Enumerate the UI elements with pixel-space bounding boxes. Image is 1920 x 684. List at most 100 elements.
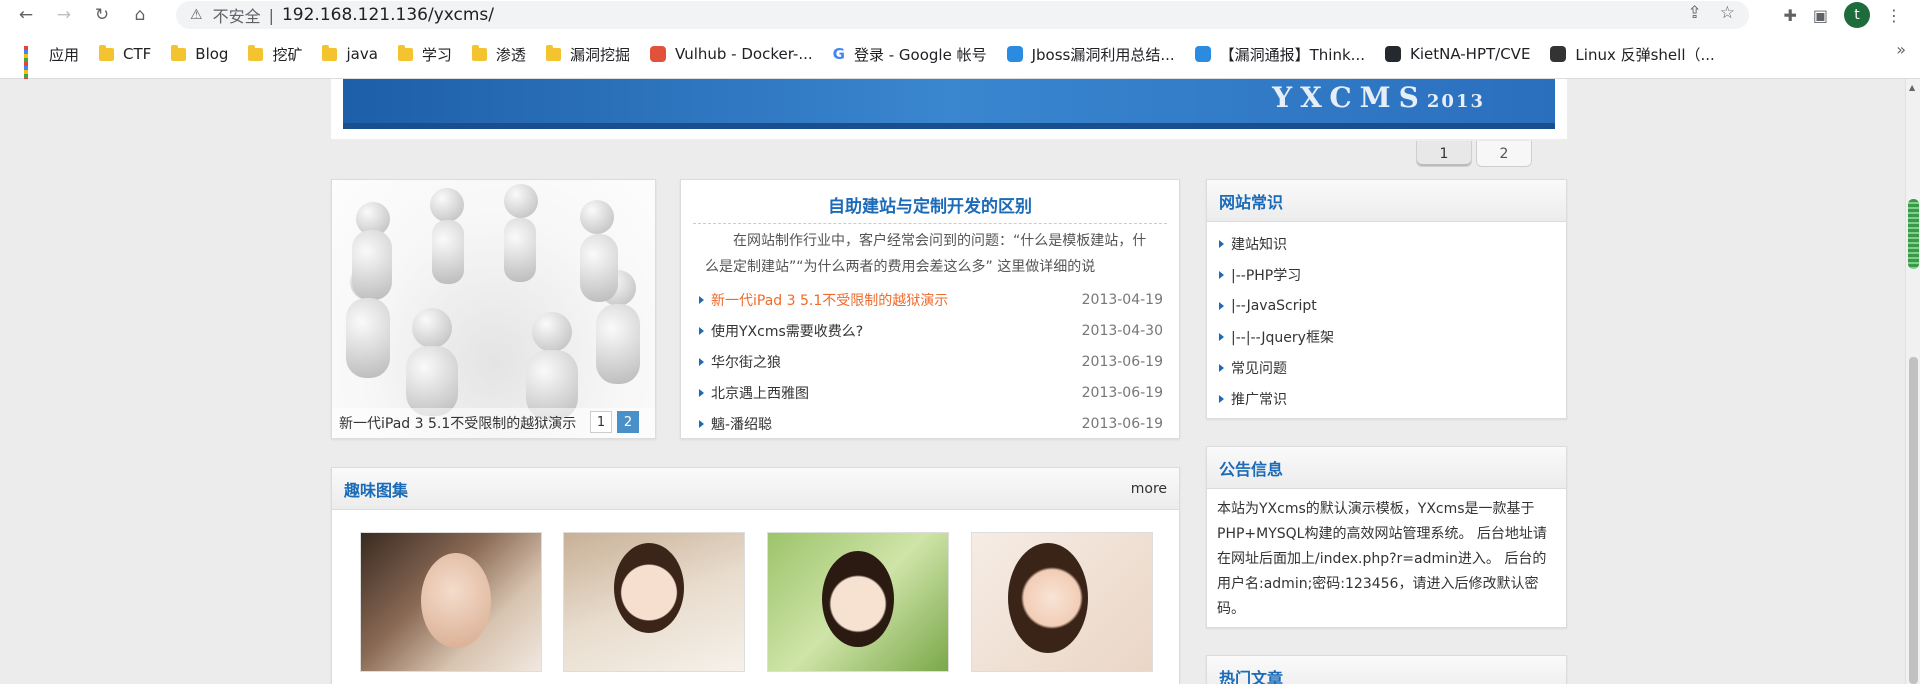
apps-grid-icon (24, 46, 40, 82)
forward-arrow-icon[interactable]: → (52, 3, 76, 27)
bookmark-item[interactable]: 挖矿 (238, 40, 312, 68)
scrollbar-thumb[interactable] (1909, 357, 1918, 684)
bookmark-item[interactable]: java (312, 40, 387, 68)
gallery-photo[interactable] (360, 532, 542, 672)
bookmark-item[interactable]: 学习 (388, 40, 462, 68)
bookmark-label: 应用 (49, 45, 80, 64)
notice-panel: 公告信息 本站为YXcms的默认演示模板，YXcms是一款基于PHP+MYSQL… (1206, 446, 1567, 628)
bookmarks-bar: 应用 CTF Blog 挖矿 java 学习 渗透 漏洞挖掘 Vulhub - Docker-.… (0, 30, 1920, 82)
google-icon: G (832, 45, 845, 63)
figure-body (596, 304, 640, 384)
gallery-caption-cropped[interactable] (971, 676, 1153, 684)
slider-page-1[interactable]: 1 (590, 411, 612, 433)
news-item-date: 2013-06-19 (1081, 384, 1163, 401)
news-item-title[interactable]: 新一代iPad 3 5.1不受限制的越狱演示 (711, 290, 948, 310)
photo-slider: 新一代iPad 3 5.1不受限制的越狱演示 1 2 (331, 179, 656, 439)
portrait-face (1008, 543, 1088, 653)
featured-news-title[interactable]: 自助建站与定制开发的区别 (693, 180, 1167, 224)
bookmarks-overflow-icon[interactable]: » (1896, 40, 1906, 59)
figure-head (430, 188, 464, 222)
home-icon[interactable]: ⌂ (128, 3, 152, 27)
banner-page-1[interactable]: 1 (1416, 141, 1472, 167)
gallery-caption-cropped[interactable] (563, 676, 745, 684)
profile-avatar[interactable]: t (1844, 2, 1870, 28)
bookmark-item[interactable]: Linux 反弹shell（... (1540, 40, 1724, 68)
teamwork-figures-image[interactable] (332, 180, 655, 438)
featured-news-panel: 自助建站与定制开发的区别 在网站制作行业中，客户经常会问到的问题：“什么是模板建… (680, 179, 1180, 439)
extensions-puzzle-icon[interactable]: ✚ (1783, 6, 1796, 25)
folder-icon (322, 44, 338, 61)
gallery-caption-cropped[interactable] (767, 676, 949, 684)
page-scrollbar[interactable]: ▲ (1905, 79, 1920, 684)
news-item-date: 2013-04-19 (1081, 291, 1163, 308)
figure-head (580, 200, 614, 234)
figure-body (432, 220, 464, 284)
bookmark-item[interactable]: Vulhub - Docker-... (640, 40, 823, 68)
folder-icon (171, 44, 187, 61)
security-status[interactable]: 不安全 (213, 3, 261, 27)
news-item-date: 2013-06-19 (1081, 415, 1163, 432)
gallery-photo[interactable] (971, 532, 1153, 672)
news-item[interactable]: 新一代iPad 3 5.1不受限制的越狱演示 2013-04-19 (697, 284, 1163, 315)
category-item[interactable]: 建站知识 (1219, 228, 1554, 259)
portrait-face (614, 543, 684, 633)
figure-head (504, 184, 538, 218)
gallery-panel: 趣味图集 more (331, 467, 1180, 684)
bookmark-item[interactable]: 渗透 (462, 40, 536, 68)
bookmark-star-icon[interactable]: ☆ (1720, 3, 1735, 23)
news-item[interactable]: 北京遇上西雅图 2013-06-19 (697, 377, 1163, 408)
news-item-title[interactable]: 华尔街之狼 (711, 352, 781, 372)
news-item[interactable]: 使用YXcms需要收费么? 2013-04-30 (697, 315, 1163, 346)
news-list: 新一代iPad 3 5.1不受限制的越狱演示 2013-04-19 使用YXcms需… (693, 284, 1167, 439)
bookmark-label: 【漏洞通报】Think... (1219, 45, 1365, 64)
warning-icon[interactable]: ⚠ (190, 7, 203, 23)
gallery-photo[interactable] (563, 532, 745, 672)
folder-icon (99, 44, 115, 61)
bookmark-item[interactable]: 【漏洞通报】Think... (1185, 40, 1375, 68)
category-item[interactable]: |--|--Jquery框架 (1219, 321, 1554, 352)
banner-image[interactable]: YXCMS2013 (343, 79, 1555, 129)
news-item-title[interactable]: 魑-潘绍聪 (711, 414, 772, 434)
banner-page-2[interactable]: 2 (1476, 141, 1532, 167)
news-item[interactable]: 华尔街之狼 2013-06-19 (697, 346, 1163, 377)
reload-icon[interactable]: ↻ (90, 3, 114, 27)
bookmark-label: Jboss漏洞利用总结... (1031, 45, 1175, 64)
news-item-title[interactable]: 北京遇上西雅图 (711, 383, 809, 403)
back-arrow-icon[interactable]: ← (14, 3, 38, 27)
news-item-title[interactable]: 使用YXcms需要收费么? (711, 321, 863, 341)
bookmark-label: 挖矿 (272, 45, 303, 64)
bookmark-item[interactable]: CTF (89, 40, 161, 68)
gallery-photo[interactable] (767, 532, 949, 672)
gallery-title: 趣味图集 (344, 480, 409, 500)
scroll-up-arrow-icon[interactable]: ▲ (1909, 83, 1915, 92)
gallery-more-link[interactable]: more (1131, 481, 1167, 497)
category-item[interactable]: |--JavaScript (1219, 290, 1554, 321)
bookmark-item[interactable]: 漏洞挖掘 (536, 40, 640, 68)
bookmark-item[interactable]: KietNA-HPT/CVE (1375, 40, 1540, 68)
category-item[interactable]: 推广常识 (1219, 383, 1554, 414)
hot-articles-panel: 热门文章 (1206, 655, 1567, 684)
bookmark-item[interactable]: Jboss漏洞利用总结... (997, 40, 1185, 68)
folder-icon (248, 44, 264, 61)
side-panel-icon[interactable]: ▣ (1813, 6, 1828, 25)
figure-body (406, 346, 458, 416)
slider-page-2[interactable]: 2 (617, 411, 639, 433)
bookmark-item[interactable]: G 登录 - Google 帐号 (823, 40, 997, 68)
gallery-header: 趣味图集 more (332, 468, 1179, 510)
vulhub-icon (649, 46, 666, 62)
category-item[interactable]: 常见问题 (1219, 352, 1554, 383)
bookmark-label: KietNA-HPT/CVE (1409, 45, 1531, 63)
address-bar[interactable]: ⚠ 不安全 | 192.168.121.136/yxcms/ ⇪ ☆ (176, 1, 1749, 29)
news-item[interactable]: 魑-潘绍聪 2013-06-19 (697, 408, 1163, 439)
scroll-widget[interactable] (1908, 199, 1919, 269)
bookmark-item[interactable]: Blog (161, 40, 238, 68)
url-text[interactable]: 192.168.121.136/yxcms/ (282, 5, 494, 25)
github-icon (1384, 46, 1401, 62)
share-icon[interactable]: ⇪ (1688, 3, 1702, 23)
bookmark-item[interactable]: 应用 (14, 40, 89, 82)
category-item[interactable]: |--PHP学习 (1219, 259, 1554, 290)
page-viewport: YXCMS2013 1 2 新一代iPad 3 5.1不受限制的越狱演示 1 2… (0, 79, 1905, 684)
menu-kebab-icon[interactable]: ⋮ (1886, 6, 1902, 25)
gallery-caption-cropped[interactable] (360, 676, 542, 684)
bookmark-label: java (346, 45, 378, 63)
